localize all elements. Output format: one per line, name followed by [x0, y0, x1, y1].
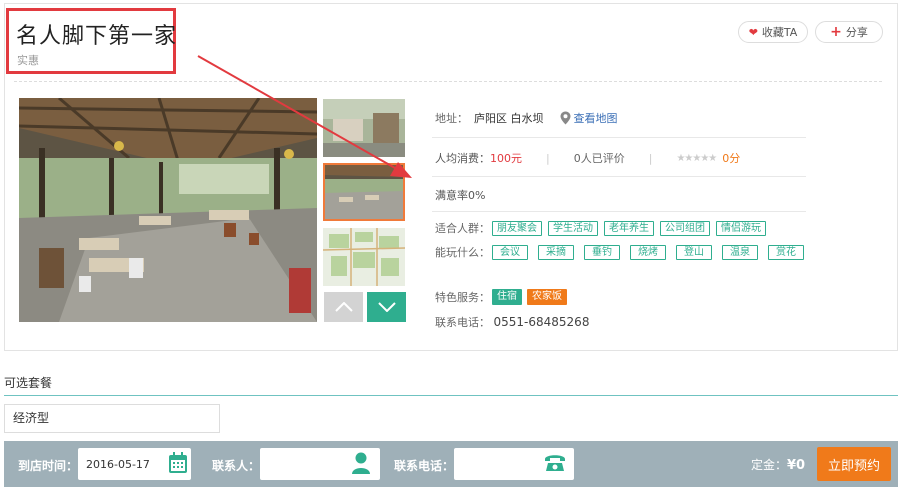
package-title: 可选套餐 — [4, 376, 53, 390]
heart-icon: ❤ — [748, 25, 758, 39]
service-badge: 住宿 — [492, 289, 522, 305]
view-map-link[interactable]: 查看地图 — [560, 110, 618, 126]
crowd-tag[interactable]: 学生活动 — [548, 220, 598, 236]
phone-value: 0551-68485268 — [493, 315, 590, 329]
page-title: 名人脚下第一家 — [16, 24, 178, 49]
thumbnail-next-button[interactable] — [367, 292, 406, 322]
score-value: 0分 — [722, 152, 741, 165]
package-divider — [4, 395, 898, 396]
consume-label: 人均消费： — [435, 152, 490, 165]
activity-tag[interactable]: 会议 — [492, 245, 528, 260]
activity-tag[interactable]: 登山 — [676, 245, 712, 260]
calendar-icon[interactable] — [168, 452, 188, 474]
separator-bar: | — [546, 151, 550, 165]
star-rating-icon: ★★★★★ — [676, 152, 717, 164]
divider — [432, 137, 806, 138]
activities-row: 能玩什么： 会议 采摘 垂钓 烧烤 登山 温泉 赏花 — [435, 245, 822, 260]
special-services-row: 特色服务： 住宿 农家饭 — [435, 289, 572, 305]
book-now-button[interactable]: 立即预约 — [817, 447, 891, 481]
service-badge: 农家饭 — [527, 289, 567, 305]
plus-icon: + — [830, 24, 842, 40]
favorite-label: 收藏TA — [761, 26, 798, 39]
activity-tag[interactable]: 垂钓 — [584, 245, 620, 260]
thumbnail-3[interactable] — [323, 228, 405, 286]
share-button[interactable]: + 分享 — [815, 21, 883, 43]
thumbnail-2-image — [325, 165, 403, 219]
page-subtitle: 实惠 — [17, 54, 39, 67]
map-pin-icon — [560, 111, 570, 125]
crowd-tag[interactable]: 公司组团 — [660, 220, 710, 236]
booking-bar: 到店时间： 2016-05-17 联系人： 联系电话： 定金：¥0 立即预约 — [4, 441, 898, 487]
address-label: 地址： — [435, 112, 468, 125]
activities-label: 能玩什么： — [435, 246, 490, 259]
favorite-button[interactable]: ❤ 收藏TA — [738, 21, 808, 43]
activity-tag[interactable]: 采摘 — [538, 245, 574, 260]
separator-bar: | — [648, 151, 653, 165]
crowd-row: 适合人群： 朋友聚会 学生活动 老年养生 公司组团 情侣游玩 — [435, 220, 772, 236]
package-option[interactable]: 经济型 — [4, 404, 220, 433]
special-services-label: 特色服务： — [435, 291, 490, 304]
phone-label: 联系电话： — [435, 316, 490, 329]
deposit-label: 定金： — [751, 458, 788, 472]
crowd-tag[interactable]: 老年养生 — [604, 220, 654, 236]
share-label: 分享 — [845, 26, 868, 39]
satisfaction-rate: 满意率0% — [435, 189, 486, 202]
thumbnail-2-selected[interactable] — [323, 163, 405, 221]
main-photo[interactable] — [19, 98, 317, 322]
deposit-info: 定金：¥0 — [751, 456, 805, 473]
visit-date-value: 2016-05-17 — [86, 457, 150, 471]
crowd-label: 适合人群： — [435, 222, 490, 235]
chevron-down-icon — [377, 302, 396, 312]
review-count: 0人已评价 — [573, 152, 625, 165]
thumbnail-1[interactable] — [323, 99, 405, 157]
address-value: 庐阳区 白水坝 — [474, 112, 544, 125]
visit-date-label: 到店时间： — [18, 459, 79, 473]
consume-row: 人均消费： 100元 | 0人已评价 | ★★★★★ 0分 — [435, 150, 740, 166]
person-icon — [352, 452, 370, 474]
activity-tag[interactable]: 温泉 — [722, 245, 758, 260]
thumbnail-1-image — [323, 99, 405, 157]
activity-tag[interactable]: 赏花 — [768, 245, 804, 260]
crowd-tag[interactable]: 朋友聚会 — [492, 220, 542, 236]
chevron-up-icon — [334, 302, 353, 312]
crowd-tag[interactable]: 情侣游玩 — [716, 220, 766, 236]
view-map-label: 查看地图 — [573, 112, 618, 125]
divider — [432, 176, 806, 177]
divider — [14, 81, 882, 82]
activities-tags: 会议 采摘 垂钓 烧烤 登山 温泉 赏花 — [492, 245, 822, 260]
phone-row: 联系电话： 0551-68485268 — [435, 314, 589, 330]
address-row: 地址： 庐阳区 白水坝 查看地图 — [435, 110, 618, 126]
telephone-icon — [545, 455, 565, 471]
pavilion-photo — [19, 98, 317, 322]
contact-label: 联系人： — [212, 459, 261, 473]
contact-phone-label: 联系电话： — [394, 459, 455, 473]
activity-tag[interactable]: 烧烤 — [630, 245, 666, 260]
thumbnail-prev-button[interactable] — [324, 292, 363, 322]
divider — [432, 211, 806, 212]
consume-value: 100元 — [490, 152, 522, 165]
deposit-value: ¥0 — [787, 458, 806, 473]
thumbnail-3-image — [323, 228, 405, 286]
